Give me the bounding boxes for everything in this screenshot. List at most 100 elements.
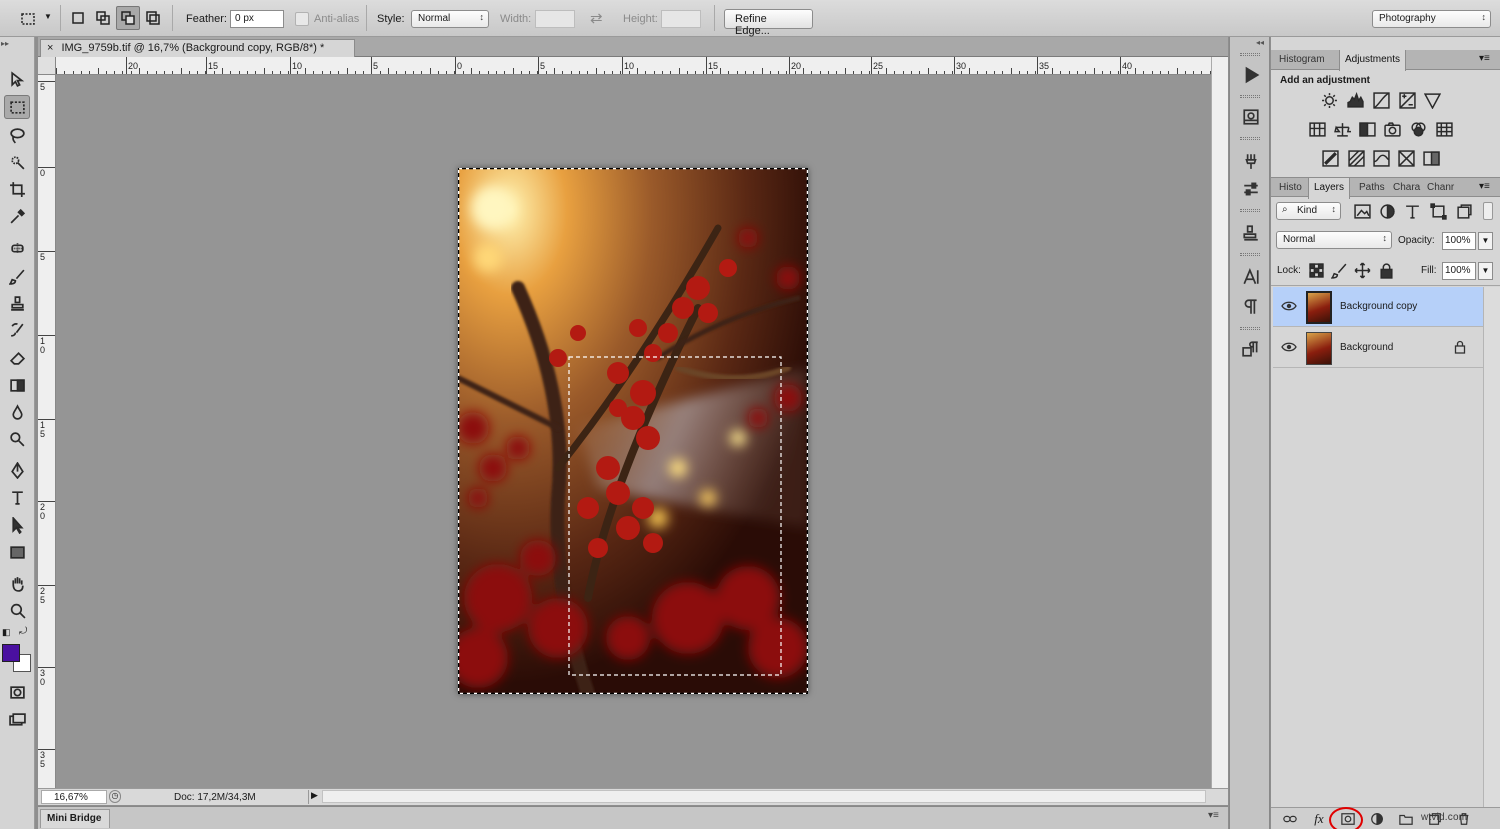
lock-transparent-pixels-icon[interactable] bbox=[1306, 261, 1326, 279]
zoom-tool-icon[interactable] bbox=[4, 598, 30, 622]
opacity-slider-arrow-icon[interactable]: ▼ bbox=[1478, 232, 1493, 250]
clone-stamp-tool-icon[interactable] bbox=[4, 291, 30, 315]
color-balance-icon[interactable] bbox=[1332, 120, 1352, 138]
default-colors-icon[interactable]: ◧ bbox=[2, 627, 11, 638]
add-to-selection-icon[interactable] bbox=[91, 6, 115, 30]
paragraph-panel-icon[interactable] bbox=[1238, 295, 1264, 319]
posterize-icon[interactable] bbox=[1346, 149, 1366, 167]
layer-filter-select[interactable]: ⌕ Kind bbox=[1276, 202, 1341, 220]
height-input[interactable] bbox=[661, 10, 701, 28]
fill-slider-arrow-icon[interactable]: ▼ bbox=[1478, 262, 1493, 280]
document-tab[interactable]: × IMG_9759b.tif @ 16,7% (Background copy,… bbox=[40, 39, 355, 57]
tab-adjustments[interactable]: Adjustments bbox=[1339, 50, 1407, 71]
lock-position-icon[interactable] bbox=[1352, 261, 1372, 279]
close-document-icon[interactable]: × bbox=[47, 42, 53, 54]
layers-scrollbar[interactable] bbox=[1483, 287, 1500, 807]
status-info-icon[interactable]: ◷ bbox=[109, 790, 121, 803]
horizontal-scrollbar[interactable] bbox=[322, 790, 1206, 803]
actions-play-icon[interactable] bbox=[1238, 63, 1264, 87]
intersect-selection-icon[interactable] bbox=[141, 6, 165, 30]
black-white-icon[interactable] bbox=[1357, 120, 1377, 138]
rectangle-tool-icon[interactable] bbox=[4, 540, 30, 564]
zoom-input[interactable]: 16,67% bbox=[41, 790, 107, 804]
link-layers-icon[interactable] bbox=[1281, 811, 1299, 827]
quick-selection-tool-icon[interactable] bbox=[4, 150, 30, 174]
screen-mode-icon[interactable] bbox=[4, 708, 30, 732]
filter-smart-objects-icon[interactable] bbox=[1454, 202, 1474, 220]
eraser-tool-icon[interactable] bbox=[4, 345, 30, 369]
crop-tool-icon[interactable] bbox=[4, 177, 30, 201]
layer-name[interactable]: Background bbox=[1340, 342, 1393, 353]
width-input[interactable] bbox=[535, 10, 575, 28]
rectangular-marquee-preset-icon[interactable] bbox=[16, 7, 40, 31]
curves-icon[interactable] bbox=[1371, 91, 1391, 109]
hue-saturation-icon[interactable] bbox=[1307, 120, 1327, 138]
color-lookup-icon[interactable] bbox=[1434, 120, 1454, 138]
horizontal-ruler[interactable]: 20 15 10 5 0 5 10 15 20 25 30 35 40 bbox=[56, 57, 1211, 75]
move-tool-icon[interactable] bbox=[4, 67, 30, 91]
layers-panel-menu-icon[interactable]: ▾≡ bbox=[1479, 181, 1490, 192]
layer-row-background-copy[interactable]: Background copy bbox=[1273, 287, 1483, 327]
visibility-eye-icon[interactable] bbox=[1281, 340, 1297, 354]
style-select[interactable]: Normal bbox=[411, 10, 489, 28]
adjustments-panel-menu-icon[interactable]: ▾≡ bbox=[1479, 53, 1490, 64]
tab-layers[interactable]: Layers bbox=[1308, 178, 1351, 199]
vibrance-icon[interactable] bbox=[1422, 91, 1442, 109]
anti-alias-checkbox[interactable] bbox=[295, 12, 309, 26]
type-tool-icon[interactable] bbox=[4, 485, 30, 509]
fill-input[interactable]: 100% bbox=[1442, 262, 1476, 280]
vertical-ruler[interactable]: 5 0 5 10 15 20 25 30 35 bbox=[38, 75, 56, 788]
new-adjustment-layer-icon[interactable] bbox=[1368, 811, 1386, 827]
tab-character[interactable]: Chara bbox=[1388, 178, 1422, 198]
filter-type-layers-icon[interactable] bbox=[1402, 202, 1422, 220]
levels-icon[interactable] bbox=[1345, 91, 1365, 109]
tab-channels[interactable]: Chanr bbox=[1422, 178, 1456, 198]
channel-mixer-icon[interactable] bbox=[1408, 120, 1428, 138]
gradient-tool-icon[interactable] bbox=[4, 373, 30, 397]
filter-adjustment-layers-icon[interactable] bbox=[1377, 202, 1397, 220]
info-panel-icon[interactable] bbox=[1238, 105, 1264, 129]
swap-dimensions-icon[interactable]: ⇄ bbox=[590, 9, 603, 27]
selective-color-icon[interactable] bbox=[1396, 149, 1416, 167]
invert-icon[interactable] bbox=[1320, 149, 1340, 167]
paragraph-styles-icon[interactable] bbox=[1238, 337, 1264, 361]
lock-all-icon[interactable] bbox=[1376, 261, 1396, 279]
quick-mask-icon[interactable] bbox=[4, 680, 30, 704]
foreground-color-swatch[interactable] bbox=[2, 644, 20, 662]
blend-mode-select[interactable]: Normal bbox=[1276, 231, 1392, 249]
marquee-tool-icon[interactable] bbox=[4, 95, 30, 119]
clone-source-icon[interactable] bbox=[1238, 221, 1264, 245]
photo-filter-icon[interactable] bbox=[1382, 120, 1402, 138]
hand-tool-icon[interactable] bbox=[4, 571, 30, 595]
healing-brush-tool-icon[interactable] bbox=[4, 236, 30, 260]
ruler-origin[interactable] bbox=[38, 57, 56, 75]
history-brush-tool-icon[interactable] bbox=[4, 318, 30, 342]
expand-dock-icon[interactable]: ◂◂ bbox=[1256, 38, 1264, 47]
vertical-scrollbar[interactable] bbox=[1211, 57, 1228, 788]
filter-shape-layers-icon[interactable] bbox=[1428, 202, 1448, 220]
filter-pixel-layers-icon[interactable] bbox=[1352, 202, 1372, 220]
brush-presets-icon[interactable] bbox=[1238, 149, 1264, 173]
swap-colors-icon[interactable]: ⤾ bbox=[19, 626, 27, 637]
brush-settings-icon[interactable] bbox=[1238, 177, 1264, 201]
new-selection-icon[interactable] bbox=[66, 6, 90, 30]
document-image[interactable] bbox=[458, 168, 808, 694]
opacity-input[interactable]: 100% bbox=[1442, 232, 1476, 250]
tab-paths[interactable]: Paths bbox=[1354, 178, 1388, 198]
lasso-tool-icon[interactable] bbox=[4, 123, 30, 147]
visibility-eye-icon[interactable] bbox=[1281, 299, 1297, 313]
mini-bridge-menu-icon[interactable]: ▾≡ bbox=[1208, 810, 1219, 821]
subtract-from-selection-icon[interactable] bbox=[116, 6, 140, 30]
tab-histogram[interactable]: Histogram bbox=[1274, 50, 1330, 70]
brush-tool-icon[interactable] bbox=[4, 264, 30, 288]
brightness-contrast-icon[interactable] bbox=[1319, 91, 1339, 109]
mini-bridge-tab[interactable]: Mini Bridge bbox=[40, 809, 110, 828]
threshold-icon[interactable] bbox=[1371, 149, 1391, 167]
lock-image-pixels-icon[interactable] bbox=[1329, 261, 1349, 279]
tab-history[interactable]: Histo bbox=[1274, 178, 1308, 198]
preset-dropdown-arrow-icon[interactable]: ▼ bbox=[44, 12, 52, 21]
layer-name[interactable]: Background copy bbox=[1340, 301, 1417, 312]
layer-row-background[interactable]: Background bbox=[1273, 328, 1483, 368]
pen-tool-icon[interactable] bbox=[4, 458, 30, 482]
exposure-icon[interactable] bbox=[1397, 91, 1417, 109]
